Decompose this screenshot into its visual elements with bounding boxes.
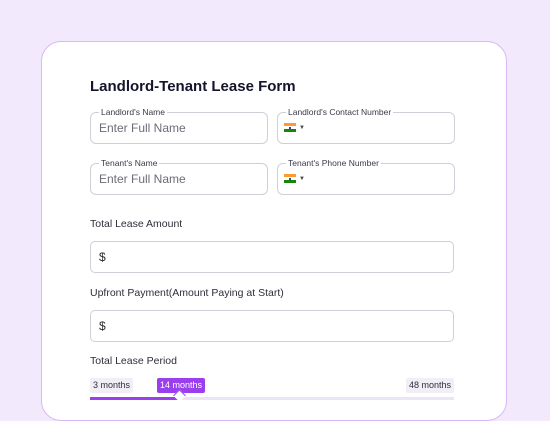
tenant-name-field[interactable]: Tenant's Name [90, 157, 268, 195]
lease-period-label: Total Lease Period [90, 355, 177, 367]
slider-min-label: 3 months [90, 378, 134, 393]
upfront-payment-input[interactable] [111, 311, 445, 343]
landlord-contact-label: Landlord's Contact Number [286, 106, 394, 118]
chevron-down-icon: ▼ [299, 175, 305, 182]
landlord-name-label: Landlord's Name [99, 106, 167, 118]
india-flag-icon [284, 123, 296, 132]
tenant-phone-field[interactable]: Tenant's Phone Number ▼ [277, 157, 455, 195]
landlord-contact-field[interactable]: Landlord's Contact Number ▼ [277, 106, 455, 144]
tenant-phone-label: Tenant's Phone Number [286, 157, 381, 169]
upfront-payment-label: Upfront Payment(Amount Paying at Start) [90, 287, 284, 299]
form-title: Landlord-Tenant Lease Form [90, 78, 296, 95]
currency-symbol: $ [99, 319, 106, 333]
currency-symbol: $ [99, 250, 106, 264]
landlord-name-field[interactable]: Landlord's Name [90, 106, 268, 144]
total-lease-amount-label: Total Lease Amount [90, 218, 183, 230]
total-lease-amount-input[interactable] [111, 242, 445, 274]
landlord-country-selector[interactable]: ▼ [284, 123, 305, 132]
tenant-country-selector[interactable]: ▼ [284, 174, 305, 183]
chevron-down-icon: ▼ [299, 124, 305, 131]
upfront-payment-field[interactable]: $ [90, 310, 454, 343]
slider-max-label: 48 months [406, 378, 455, 393]
india-flag-icon [284, 174, 296, 183]
tenant-name-label: Tenant's Name [99, 157, 160, 169]
lease-form-card: Landlord-Tenant Lease Form Landlord's Na… [41, 41, 507, 421]
total-lease-amount-field[interactable]: $ [90, 241, 454, 274]
